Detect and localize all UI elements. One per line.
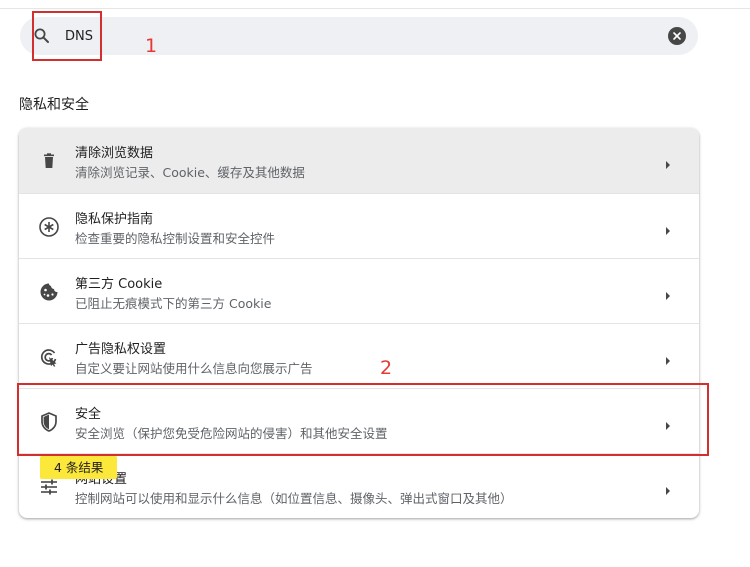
cookie-icon <box>38 281 60 303</box>
row-title: 清除浏览数据 <box>75 146 154 161</box>
settings-row-third-party-cookies[interactable]: 第三方 Cookie 已阻止无痕模式下的第三方 Cookie <box>19 258 699 323</box>
chevron-right-icon <box>664 286 672 300</box>
chevron-right-icon <box>664 155 672 169</box>
chevron-right-icon <box>664 481 672 495</box>
chevron-right-icon <box>664 351 672 365</box>
ad-privacy-icon <box>38 346 60 368</box>
row-title: 隐私保护指南 <box>75 212 154 227</box>
search-results-badge: 4 条结果 <box>40 456 118 479</box>
row-subtitle: 检查重要的隐私控制设置和安全控件 <box>75 231 276 246</box>
annotation-label-2: 2 <box>380 357 393 379</box>
row-subtitle: 清除浏览记录、Cookie、缓存及其他数据 <box>75 165 305 180</box>
sliders-icon <box>38 476 60 498</box>
settings-row-clear-browsing-data[interactable]: 清除浏览数据 清除浏览记录、Cookie、缓存及其他数据 <box>19 128 699 193</box>
search-input[interactable] <box>65 26 365 46</box>
trash-icon <box>38 150 60 172</box>
annotation-label-1: 1 <box>145 35 158 57</box>
search-bar[interactable] <box>20 17 698 55</box>
privacy-security-card: 清除浏览数据 清除浏览记录、Cookie、缓存及其他数据 隐私保护指南 检查重要… <box>19 128 699 518</box>
row-title: 第三方 Cookie <box>75 277 163 292</box>
row-subtitle: 控制网站可以使用和显示什么信息（如位置信息、摄像头、弹出式窗口及其他） <box>75 491 513 506</box>
clear-icon[interactable] <box>668 27 686 45</box>
privacy-guide-icon <box>38 216 60 238</box>
settings-row-site-settings[interactable]: 网站设置 控制网站可以使用和显示什么信息（如位置信息、摄像头、弹出式窗口及其他） <box>19 453 699 518</box>
settings-row-ad-privacy[interactable]: 广告隐私权设置 自定义要让网站使用什么信息向您展示广告 <box>19 323 699 388</box>
annotation-box-search <box>32 11 102 61</box>
annotation-box-security <box>17 383 709 456</box>
chevron-right-icon <box>664 221 672 235</box>
row-subtitle: 已阻止无痕模式下的第三方 Cookie <box>75 296 272 311</box>
row-subtitle: 自定义要让网站使用什么信息向您展示广告 <box>75 361 313 376</box>
top-divider <box>0 8 750 9</box>
settings-row-privacy-guide[interactable]: 隐私保护指南 检查重要的隐私控制设置和安全控件 <box>19 193 699 258</box>
section-title: 隐私和安全 <box>19 97 89 113</box>
row-title: 广告隐私权设置 <box>75 342 167 357</box>
